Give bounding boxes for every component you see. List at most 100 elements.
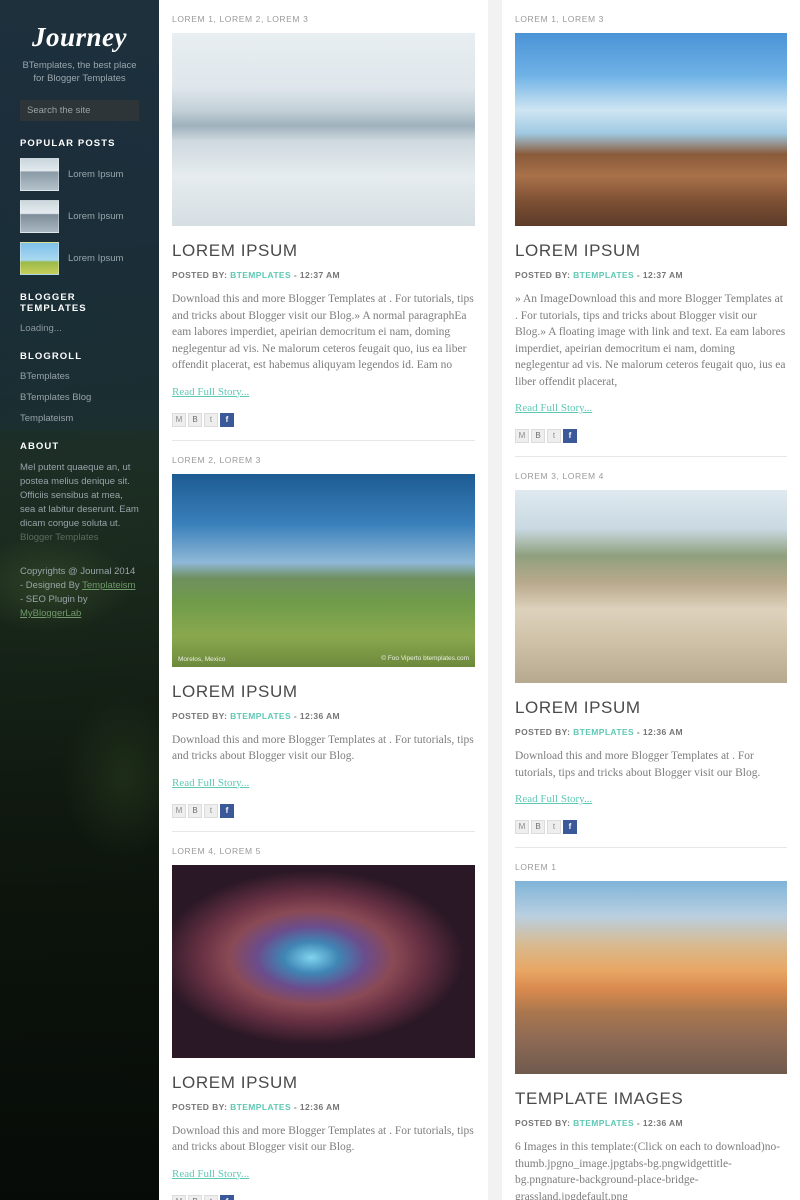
twitter-share-icon[interactable]: t <box>204 1194 218 1200</box>
popular-post-item[interactable]: Lorem Ipsum <box>20 158 139 191</box>
email-share-icon[interactable]: M <box>515 820 529 834</box>
site-title[interactable]: Journey <box>20 22 139 53</box>
twitter-share-icon[interactable]: t <box>204 412 218 427</box>
popular-post-thumbnail[interactable] <box>20 200 59 233</box>
templateism-link[interactable]: Templateism <box>82 580 135 591</box>
post-labels[interactable]: LOREM 1, LOREM 2, LOREM 3 <box>172 14 475 24</box>
facebook-share-icon[interactable]: f <box>220 1194 234 1200</box>
blogroll-link-templateism[interactable]: Templateism <box>20 413 139 424</box>
popular-post-label[interactable]: Lorem Ipsum <box>68 169 123 180</box>
post-meta: Posted By: BTemplates - 12:37 AM <box>172 270 475 280</box>
post-labels[interactable]: LOREM 2, LOREM 3 <box>172 455 475 465</box>
post-meta: Posted By: BTemplates - 12:36 AM <box>172 711 475 721</box>
share-buttons: M B t f <box>172 803 475 818</box>
share-buttons: M B t f <box>515 820 787 834</box>
post-excerpt: 6 Images in this template:(Click on each… <box>515 1141 781 1200</box>
post-featured-image[interactable]: Morelos, Mexico © Foo Viperto btemplates… <box>172 473 475 667</box>
email-share-icon[interactable]: M <box>172 412 186 427</box>
post-labels[interactable]: LOREM 1, LOREM 3 <box>515 14 787 24</box>
popular-post-item[interactable]: Lorem Ipsum <box>20 200 139 233</box>
twitter-share-icon[interactable]: t <box>547 429 561 443</box>
read-full-story-link[interactable]: Read Full Story... <box>172 777 249 789</box>
post-title[interactable]: Lorem Ipsum <box>515 698 787 718</box>
post-author-link[interactable]: BTemplates <box>230 270 291 280</box>
post-time: - 12:36 AM <box>293 710 341 721</box>
blogger-share-icon[interactable]: B <box>188 803 202 818</box>
read-full-story-link[interactable]: Read Full Story... <box>515 402 592 414</box>
popular-post-item[interactable]: Lorem Ipsum <box>20 242 139 275</box>
post-author-link[interactable]: BTemplates <box>573 727 634 737</box>
post-column-left: LOREM 1, LOREM 2, LOREM 3 Lorem Ipsum Po… <box>159 0 488 1200</box>
post-meta-prefix: Posted By: <box>172 270 228 280</box>
post-card: LOREM 4, LOREM 5 Lorem Ipsum Posted By: … <box>159 832 488 1200</box>
post-author-link[interactable]: BTemplates <box>573 270 634 280</box>
post-featured-image[interactable] <box>172 33 475 226</box>
post-title[interactable]: Lorem Ipsum <box>515 241 787 261</box>
blogger-share-icon[interactable]: B <box>531 429 545 443</box>
blogger-templates-widget: Blogger Templates Loading... <box>20 292 139 334</box>
image-watermark-credit: © Foo Viperto btemplates.com <box>381 654 469 662</box>
post-featured-image[interactable] <box>515 881 787 1074</box>
read-full-story-link[interactable]: Read Full Story... <box>515 793 592 805</box>
post-title[interactable]: Lorem Ipsum <box>172 1073 475 1093</box>
blogger-templates-title: Blogger Templates <box>20 292 87 314</box>
post-labels[interactable]: LOREM 3, LOREM 4 <box>515 471 787 481</box>
post-author-link[interactable]: BTemplates <box>573 1118 634 1128</box>
blogroll-link-btemplates-blog[interactable]: BTemplates Blog <box>20 392 139 403</box>
about-blogger-templates-link[interactable]: Blogger Templates <box>20 532 99 543</box>
popular-posts-widget: Popular Posts Lorem Ipsum Lorem Ipsum Lo… <box>20 138 139 275</box>
twitter-share-icon[interactable]: t <box>204 803 218 818</box>
post-time: - 12:36 AM <box>636 727 684 737</box>
search-input[interactable] <box>20 100 139 121</box>
email-share-icon[interactable]: M <box>172 1194 186 1200</box>
post-excerpt: Download this and more Blogger Templates… <box>172 1124 474 1154</box>
popular-post-thumbnail[interactable] <box>20 242 59 275</box>
post-meta-prefix: Posted By: <box>172 710 228 721</box>
facebook-share-icon[interactable]: f <box>563 429 577 443</box>
blogger-share-icon[interactable]: B <box>188 412 202 427</box>
about-text: Mel putent quaeque an, ut postea melius … <box>20 461 139 545</box>
email-share-icon[interactable]: M <box>515 429 529 443</box>
popular-post-label[interactable]: Lorem Ipsum <box>68 211 123 222</box>
blogger-share-icon[interactable]: B <box>188 1194 202 1200</box>
popular-post-thumbnail[interactable] <box>20 158 59 191</box>
site-tagline: BTemplates, the best place for Blogger T… <box>22 60 137 84</box>
post-featured-image[interactable] <box>515 33 787 226</box>
post-title[interactable]: Lorem Ipsum <box>172 682 475 702</box>
blog-page: Journey BTemplates, the best place for B… <box>0 0 800 1200</box>
post-meta: Posted By: BTemplates - 12:36 AM <box>515 727 787 737</box>
post-meta-prefix: Posted By: <box>515 1118 571 1128</box>
post-labels[interactable]: LOREM 4, LOREM 5 <box>172 846 475 856</box>
facebook-share-icon[interactable]: f <box>563 820 577 834</box>
post-meta-prefix: Posted By: <box>515 727 571 737</box>
post-title[interactable]: Template Images <box>515 1089 787 1109</box>
share-buttons: M B t f <box>172 1194 475 1200</box>
post-featured-image[interactable] <box>515 490 787 683</box>
popular-post-label[interactable]: Lorem Ipsum <box>68 253 123 264</box>
copyright-text: Copyrights @ Journal 2014 - Designed By … <box>20 565 139 621</box>
post-excerpt: Download this and more Blogger Templates… <box>515 750 761 779</box>
image-watermark-location: Morelos, Mexico <box>178 655 226 663</box>
mybloggerlab-link[interactable]: MyBloggerLab <box>20 608 81 619</box>
blogger-share-icon[interactable]: B <box>531 820 545 834</box>
email-share-icon[interactable]: M <box>172 803 186 818</box>
post-time: - 12:36 AM <box>293 1101 341 1112</box>
post-author-link[interactable]: BTemplates <box>230 711 291 721</box>
read-full-story-link[interactable]: Read Full Story... <box>172 1168 249 1180</box>
twitter-share-icon[interactable]: t <box>547 820 561 834</box>
post-featured-image[interactable] <box>172 864 475 1058</box>
post-excerpt: Download this and more Blogger Templates… <box>172 733 474 763</box>
post-meta-prefix: Posted By: <box>515 270 571 280</box>
read-full-story-link[interactable]: Read Full Story... <box>172 386 249 398</box>
post-title[interactable]: Lorem Ipsum <box>172 241 475 261</box>
blogroll-widget: Blogroll BTemplates BTemplates Blog Temp… <box>20 351 139 424</box>
facebook-share-icon[interactable]: f <box>220 803 234 818</box>
post-time: - 12:37 AM <box>293 270 341 280</box>
post-column-right: LOREM 1, LOREM 3 Lorem Ipsum Posted By: … <box>502 0 800 1200</box>
post-card: LOREM 1 Template Images Posted By: BTemp… <box>502 848 800 1200</box>
facebook-share-icon[interactable]: f <box>220 412 234 427</box>
post-labels[interactable]: LOREM 1 <box>515 862 787 872</box>
blogroll-link-btemplates[interactable]: BTemplates <box>20 371 139 382</box>
post-author-link[interactable]: BTemplates <box>230 1102 291 1112</box>
post-excerpt: Download this and more Blogger Templates… <box>172 293 474 371</box>
